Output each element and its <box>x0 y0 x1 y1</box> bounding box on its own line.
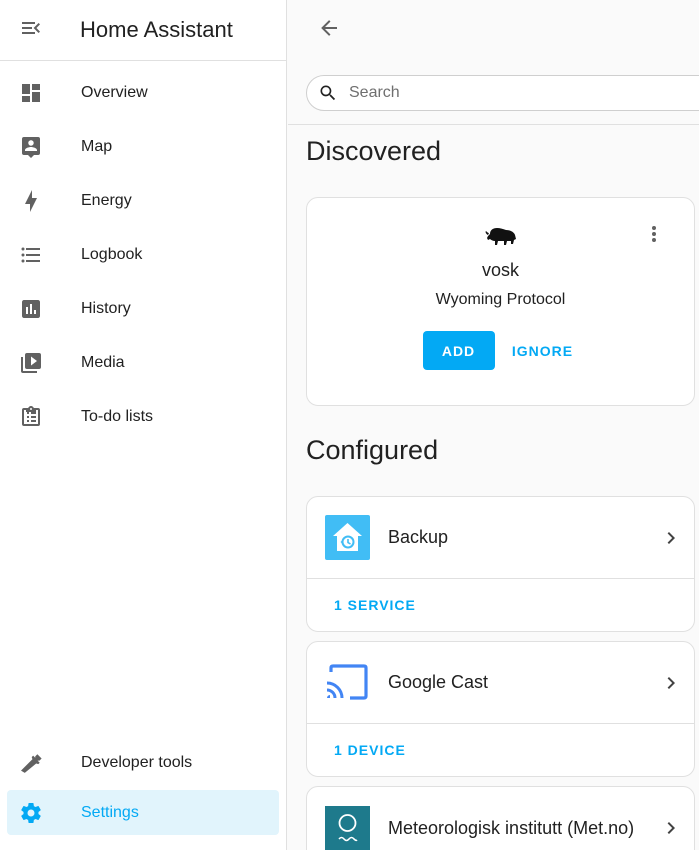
sidebar-nav: Overview Map Energy Logbook History Medi… <box>0 61 286 444</box>
sidebar-item-label: Settings <box>81 803 139 821</box>
integration-row-google-cast[interactable]: Google Cast <box>307 642 694 724</box>
sidebar: Home Assistant Overview Map Energy Logbo… <box>0 0 287 850</box>
sidebar-header: Home Assistant <box>0 0 286 61</box>
top-bar <box>288 0 699 61</box>
view-dashboard-icon <box>7 81 55 105</box>
sidebar-item-label: History <box>81 300 131 317</box>
dots-vertical-icon <box>642 222 666 251</box>
search-box <box>306 75 699 111</box>
overflow-menu-button[interactable] <box>642 224 666 248</box>
sidebar-item-map[interactable]: Map <box>7 120 279 174</box>
integration-card-met-no: Meteorologisk institutt (Met.no) <box>306 786 695 850</box>
search-bar <box>288 61 699 125</box>
chevron-right-icon <box>656 671 686 695</box>
met-no-logo-icon <box>325 805 370 850</box>
sidebar-bottom: Developer tools Settings <box>0 736 286 835</box>
integration-card-backup: Backup 1 SERVICE <box>306 496 695 632</box>
add-button[interactable]: ADD <box>422 331 495 370</box>
cog-icon <box>7 801 55 825</box>
arrow-left-icon <box>317 16 341 45</box>
sidebar-item-developer-tools[interactable]: Developer tools <box>7 736 279 790</box>
ignore-button[interactable]: IGNORE <box>507 331 579 370</box>
integration-name: Meteorologisk institutt (Met.no) <box>388 817 635 838</box>
play-box-multiple-icon <box>7 351 55 375</box>
sidebar-item-label: Logbook <box>81 246 143 263</box>
discovered-name: vosk <box>481 260 519 280</box>
sidebar-item-energy[interactable]: Energy <box>7 174 279 228</box>
menu-open-icon <box>19 16 43 45</box>
search-icon <box>307 83 349 103</box>
configured-heading: Configured <box>306 435 439 465</box>
lightning-bolt-icon <box>7 189 55 213</box>
chart-box-icon <box>7 297 55 321</box>
sidebar-item-history[interactable]: History <box>7 282 279 336</box>
back-button[interactable] <box>305 7 353 55</box>
sidebar-item-label: Map <box>81 138 113 155</box>
sidebar-item-label: Developer tools <box>81 754 193 771</box>
chevron-right-icon <box>656 526 686 550</box>
discovered-heading: Discovered <box>306 136 442 166</box>
sidebar-item-media[interactable]: Media <box>7 336 279 390</box>
devices-link[interactable]: 1 DEVICE <box>334 742 406 758</box>
search-input[interactable] <box>349 84 669 102</box>
services-link[interactable]: 1 SERVICE <box>334 597 416 613</box>
sidebar-item-label: Media <box>81 354 125 371</box>
sidebar-item-logbook[interactable]: Logbook <box>7 228 279 282</box>
chevron-right-icon <box>656 816 686 840</box>
sidebar-item-todo-lists[interactable]: To-do lists <box>7 390 279 444</box>
format-list-bulleted-icon <box>7 243 55 267</box>
menu-toggle-button[interactable] <box>0 0 62 61</box>
discovered-card: vosk Wyoming Protocol ADD IGNORE <box>306 197 695 406</box>
integration-name: Google Cast <box>388 672 489 692</box>
sidebar-item-overview[interactable]: Overview <box>7 66 279 120</box>
integration-card-google-cast: Google Cast 1 DEVICE <box>306 641 695 777</box>
hammer-icon <box>7 751 55 775</box>
app-title: Home Assistant <box>80 17 233 42</box>
discovered-protocol: Wyoming Protocol <box>435 291 566 308</box>
integration-footer: 1 DEVICE <box>307 724 694 776</box>
discovered-actions: ADD IGNORE <box>307 331 694 370</box>
integration-name: Backup <box>388 527 449 547</box>
sidebar-item-label: Overview <box>81 84 148 101</box>
clipboard-list-icon <box>7 405 55 429</box>
main-content: Discovered vosk Wyoming Protocol ADD IGN… <box>288 0 699 850</box>
sidebar-item-settings[interactable]: Settings <box>7 790 279 835</box>
bison-icon <box>307 226 694 252</box>
sidebar-item-label: Energy <box>81 192 132 209</box>
cast-icon <box>325 660 370 705</box>
sidebar-item-label: To-do lists <box>81 408 154 425</box>
backup-logo-icon <box>325 515 370 560</box>
map-account-icon <box>7 135 55 159</box>
integration-footer: 1 SERVICE <box>307 579 694 631</box>
integration-row-met-no[interactable]: Meteorologisk institutt (Met.no) <box>307 787 694 850</box>
integration-row-backup[interactable]: Backup <box>307 497 694 579</box>
